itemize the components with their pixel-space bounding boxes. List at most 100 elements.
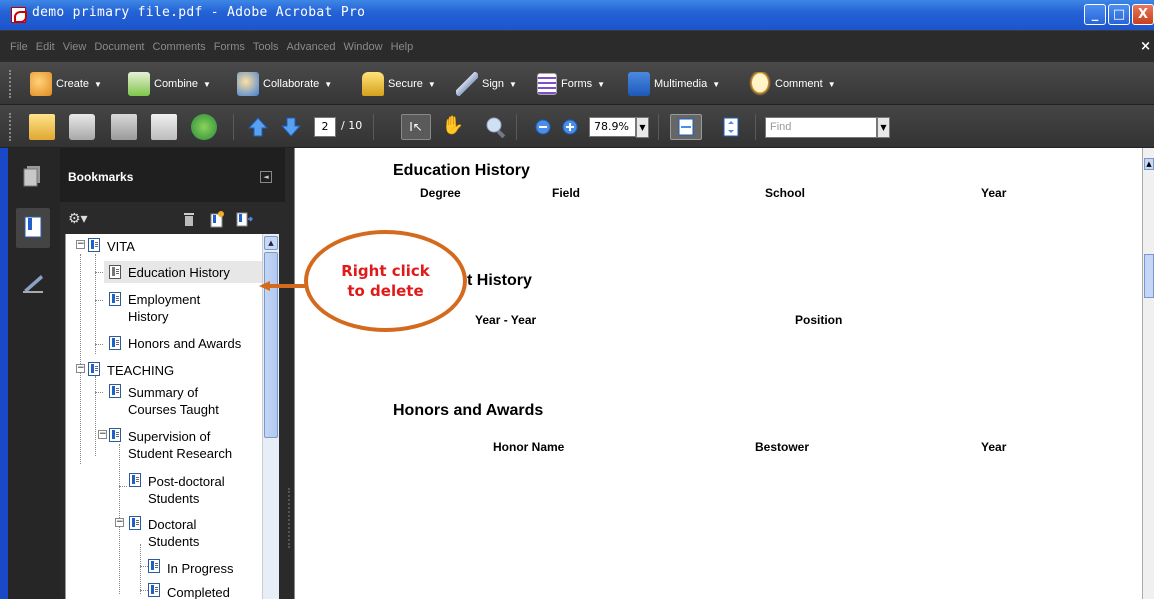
maximize-button[interactable]: □ [1108, 4, 1130, 25]
bookmarks-panel-icon[interactable] [16, 208, 50, 248]
toolbar-grip-icon[interactable] [9, 70, 14, 98]
document-close-icon[interactable]: × [1140, 39, 1151, 54]
multimedia-icon [628, 72, 650, 96]
menu-forms[interactable]: Forms [214, 41, 245, 53]
bookmark-completed[interactable]: Completed [167, 584, 230, 599]
expander-teaching[interactable]: − [76, 364, 85, 373]
bookmark-icon [129, 516, 141, 530]
bookmark-vita[interactable]: VITA [107, 238, 135, 255]
next-page-icon[interactable] [278, 114, 304, 140]
bookmark-employment-line2: History [128, 309, 169, 324]
comment-button[interactable]: Comment ▼ [749, 71, 836, 97]
menu-document[interactable]: Document [94, 41, 144, 53]
save-icon[interactable] [111, 114, 137, 140]
expander-supervision[interactable]: − [98, 430, 107, 439]
toolbar-separator [373, 114, 374, 140]
secure-button[interactable]: Secure ▼ [362, 71, 436, 97]
options-gear-icon[interactable]: ⚙▾ [68, 210, 94, 228]
callout-text: Right click to delete [308, 261, 463, 301]
select-text-tool-icon[interactable]: I↖ [401, 114, 431, 140]
scroll-thumb[interactable] [1144, 254, 1154, 298]
document-scrollbar[interactable]: ▲ [1142, 148, 1154, 599]
menu-window[interactable]: Window [343, 41, 382, 53]
zoom-dropdown-button[interactable]: ▼ [636, 117, 649, 138]
menu-edit[interactable]: Edit [36, 41, 55, 53]
print-icon[interactable] [69, 114, 95, 140]
bookmark-summary-of-courses[interactable]: Summary of Courses Taught [128, 384, 219, 418]
menu-file[interactable]: File [10, 41, 28, 53]
multimedia-button[interactable]: Multimedia ▼ [628, 71, 720, 97]
sign-button[interactable]: Sign ▼ [456, 71, 517, 97]
toolbar-grip-icon[interactable] [9, 113, 14, 141]
bookmark-supervision-line2: Student Research [128, 446, 233, 461]
signatures-panel-icon[interactable] [21, 270, 45, 296]
fit-page-icon[interactable] [718, 114, 744, 140]
bookmark-in-progress[interactable]: In Progress [167, 560, 233, 577]
chevron-down-icon: ▼ [427, 79, 436, 89]
menu-help[interactable]: Help [391, 41, 414, 53]
new-bookmark-icon[interactable] [208, 210, 226, 228]
minimize-button[interactable]: _ [1084, 4, 1106, 25]
chevron-down-icon: ▼ [94, 79, 102, 89]
upload-globe-icon[interactable] [191, 114, 217, 140]
create-button[interactable]: Create ▼ [30, 71, 102, 97]
close-button[interactable]: X [1132, 4, 1154, 25]
zoom-out-icon[interactable] [530, 114, 556, 140]
panel-splitter[interactable] [285, 148, 294, 599]
bookmark-icon [88, 362, 100, 376]
bookmark-post-doctoral-students[interactable]: Post-doctoral Students [148, 473, 225, 507]
bookmark-icon [148, 559, 160, 573]
bookmark-icon [148, 583, 160, 597]
bookmark-supervision-line1: Supervision of [128, 429, 211, 444]
menu-advanced[interactable]: Advanced [287, 41, 336, 53]
toolbar-separator [658, 114, 659, 140]
delete-bookmark-icon[interactable] [180, 210, 198, 228]
bookmarks-panel-tools: ⚙▾ [60, 202, 285, 234]
previous-page-icon[interactable] [245, 114, 271, 140]
bookmark-icon [109, 384, 121, 398]
window-title: demo primary file.pdf - Adobe Acrobat Pr… [32, 5, 366, 20]
find-dropdown-button[interactable]: ▼ [877, 117, 890, 138]
bookmark-icon [109, 265, 121, 279]
forms-icon [537, 73, 557, 95]
open-folder-icon[interactable] [29, 114, 55, 140]
bookmark-postdoc-line2: Students [148, 491, 200, 506]
page-number-input[interactable]: 2 [314, 117, 336, 137]
bookmark-honors-and-awards[interactable]: Honors and Awards [128, 335, 241, 352]
bookmarks-panel-title: Bookmarks [68, 170, 134, 184]
bookmark-supervision-of-student-research[interactable]: Supervision of Student Research [128, 428, 232, 462]
sign-label: Sign [482, 78, 505, 90]
menu-tools[interactable]: Tools [253, 41, 279, 53]
multimedia-label: Multimedia [654, 78, 708, 90]
menu-view[interactable]: View [63, 41, 87, 53]
bookmark-employment-history[interactable]: Employment History [128, 291, 200, 325]
expand-bookmark-icon[interactable] [235, 210, 254, 228]
bookmark-postdoc-line1: Post-doctoral [148, 474, 225, 489]
bookmark-employment-line1: Employment [128, 292, 201, 307]
menu-bar: File Edit View Document Comments Forms T… [0, 30, 1154, 62]
collapse-panel-icon[interactable]: ◄ [260, 171, 272, 183]
expander-vita[interactable]: − [76, 240, 85, 249]
bookmark-teaching[interactable]: TEACHING [107, 362, 174, 379]
menu-comments[interactable]: Comments [153, 41, 206, 53]
email-icon[interactable] [151, 114, 177, 140]
find-input[interactable]: Find [765, 117, 877, 138]
bookmark-doctoral-students[interactable]: Doctoral Students [148, 516, 199, 550]
fit-width-icon[interactable] [670, 114, 702, 140]
pages-panel-icon[interactable] [21, 164, 45, 190]
hand-tool-icon[interactable]: ✋ [440, 114, 466, 140]
zoom-in-icon[interactable] [557, 114, 583, 140]
collaborate-label: Collaborate [263, 78, 320, 90]
forms-button[interactable]: Forms ▼ [537, 71, 605, 97]
collaborate-button[interactable]: Collaborate ▼ [237, 71, 332, 97]
combine-button[interactable]: Combine ▼ [128, 71, 211, 97]
expander-doctoral[interactable]: − [115, 518, 124, 527]
bookmarks-tree: − VITA Education History Employment Hist… [65, 234, 262, 599]
bookmark-education-history[interactable]: Education History [128, 264, 230, 281]
page-total: / 10 [341, 119, 363, 132]
bookmark-doctoral-line1: Doctoral [148, 517, 197, 532]
zoom-level-input[interactable]: 78.9% [589, 117, 636, 137]
marquee-zoom-icon[interactable] [483, 114, 509, 140]
scroll-up-icon[interactable]: ▲ [264, 236, 278, 250]
scroll-up-icon[interactable]: ▲ [1144, 158, 1154, 170]
